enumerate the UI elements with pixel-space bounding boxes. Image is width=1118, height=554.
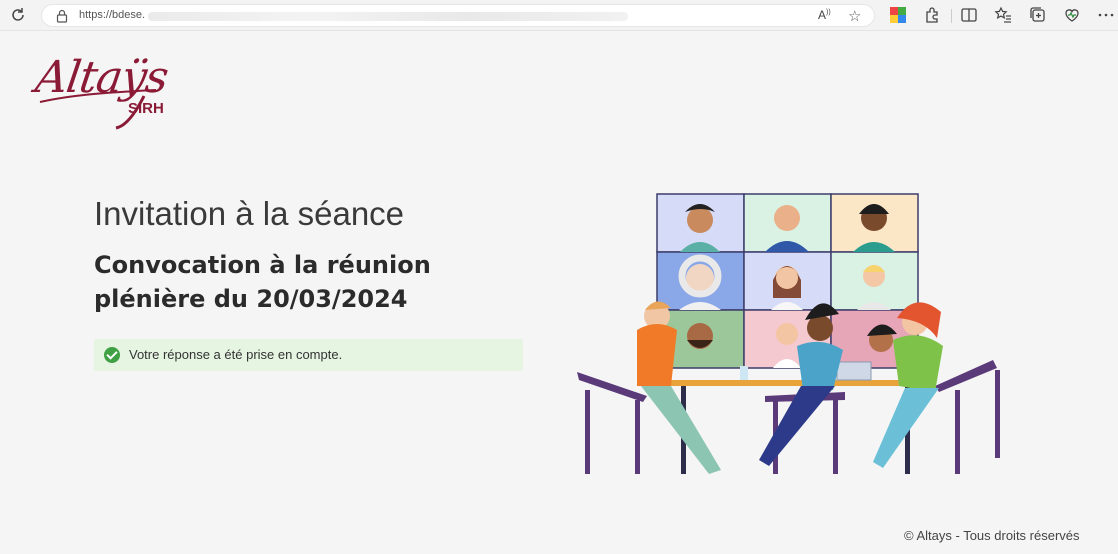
footer-copyright: © Altays - Tous droits réservés (904, 528, 1080, 543)
url-redacted (148, 12, 628, 21)
alert-message: Votre réponse a été prise en compte. (129, 347, 343, 362)
check-circle-icon (104, 347, 120, 363)
split-screen-icon[interactable] (960, 6, 978, 24)
page-title: Invitation à la séance (94, 195, 405, 232)
browser-essentials-icon[interactable] (1063, 6, 1081, 24)
lock-icon[interactable] (56, 9, 68, 23)
more-options-icon[interactable] (1097, 6, 1115, 24)
star-icon[interactable]: ☆ (848, 7, 861, 25)
url-text[interactable]: https://bdese. (79, 9, 145, 21)
reload-icon[interactable] (9, 6, 27, 24)
read-aloud-icon[interactable]: A)) (818, 8, 831, 22)
meeting-illustration (577, 193, 1000, 474)
favorites-icon[interactable] (994, 6, 1012, 24)
browser-toolbar: https://bdese. A)) ☆ (0, 0, 1118, 31)
collections-icon[interactable] (1029, 6, 1047, 24)
logo-sirh: SIRH (128, 100, 164, 117)
address-bar[interactable]: https://bdese. A)) ☆ (41, 4, 875, 27)
toolbar-separator (951, 9, 952, 23)
extensions-icon[interactable] (923, 6, 941, 24)
success-alert: Votre réponse a été prise en compte. (94, 339, 523, 371)
profile-extension-icon[interactable] (889, 6, 907, 24)
altays-logo: Altaÿs SIRH (32, 52, 186, 132)
meeting-subtitle: Convocation à la réunion plénière du 20/… (94, 251, 431, 313)
